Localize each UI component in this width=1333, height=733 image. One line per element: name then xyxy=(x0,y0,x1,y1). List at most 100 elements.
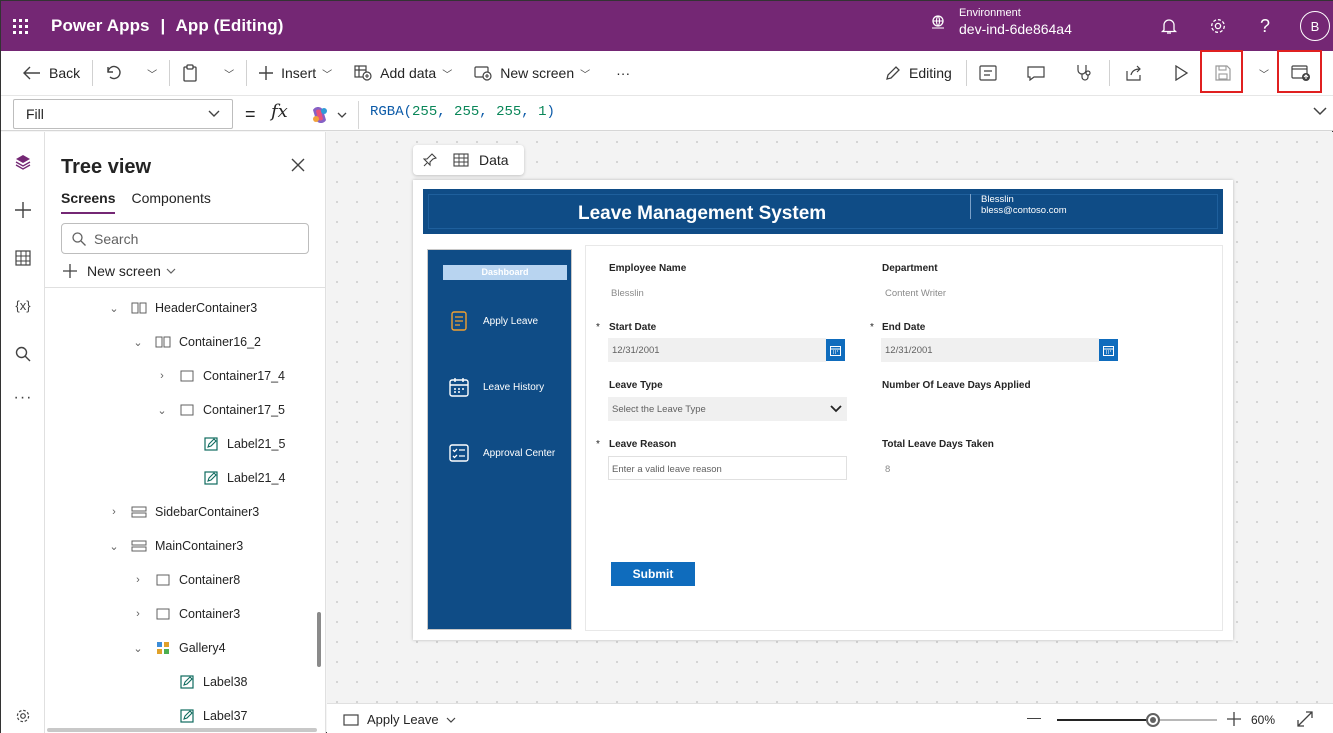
formula-input[interactable]: RGBA(255, 255, 255, 1) xyxy=(370,104,555,120)
tree-node[interactable]: ⌄ MainContainer3 xyxy=(107,535,243,557)
tab-components[interactable]: Components xyxy=(131,190,210,214)
divider xyxy=(169,60,171,86)
user-avatar[interactable]: B xyxy=(1300,11,1330,41)
expand-chevron-icon[interactable]: › xyxy=(107,506,121,518)
tree-search-input[interactable]: Search xyxy=(61,223,309,254)
app-checker-button[interactable] xyxy=(973,57,1011,89)
tree-node-label: Container16_2 xyxy=(179,335,262,349)
app-launcher-icon[interactable] xyxy=(1,18,39,34)
paste-button[interactable] xyxy=(176,57,212,89)
new-screen-button[interactable]: New screen ﹀ xyxy=(468,57,596,89)
expand-formula-chevron-icon[interactable] xyxy=(1312,103,1328,119)
formula-arg: 255 xyxy=(454,104,480,120)
tree-node[interactable]: ⌄ Container17_5 xyxy=(155,399,285,421)
editing-mode-button[interactable]: Editing xyxy=(879,57,958,89)
formula-arg: 255 xyxy=(412,104,438,120)
chevron-down-icon xyxy=(166,268,176,274)
comments-button[interactable] xyxy=(1021,57,1059,89)
settings-gear-icon[interactable] xyxy=(1206,14,1230,38)
vertical-scrollbar[interactable] xyxy=(317,612,321,667)
copilot-button[interactable] xyxy=(303,101,359,129)
chevron-down-icon: ﹀ xyxy=(322,69,333,81)
submit-button[interactable]: Submit xyxy=(611,562,695,586)
label-edit-icon xyxy=(203,437,219,451)
expand-chevron-icon[interactable]: › xyxy=(131,608,145,620)
pin-icon[interactable] xyxy=(423,153,437,167)
variables-icon[interactable]: {x} xyxy=(11,293,35,317)
tree-node[interactable]: Label21_5 xyxy=(179,433,285,455)
sidebar-item-leave-history[interactable]: Leave History xyxy=(448,376,544,398)
undo-dropdown[interactable]: ﹀ xyxy=(135,57,163,89)
end-date-calendar-icon[interactable] xyxy=(1099,339,1118,361)
tree-node-label: Container17_4 xyxy=(203,369,286,383)
save-dropdown[interactable]: ﹀ xyxy=(1247,57,1275,89)
tree-node[interactable]: Label21_4 xyxy=(179,467,285,489)
horizontal-container-icon xyxy=(155,335,171,349)
collapse-chevron-icon[interactable]: ⌄ xyxy=(107,302,121,315)
preview-play-button[interactable] xyxy=(1167,57,1203,89)
screen-selector[interactable]: Apply Leave xyxy=(343,712,456,727)
end-date-input[interactable]: 12/31/2001 xyxy=(881,338,1099,362)
property-dropdown[interactable]: Fill xyxy=(13,99,233,129)
tree-node-label: SidebarContainer3 xyxy=(155,505,260,519)
search-icon[interactable] xyxy=(11,342,35,366)
horizontal-scrollbar[interactable] xyxy=(47,728,317,732)
clipboard-icon xyxy=(183,64,197,82)
back-label: Back xyxy=(49,65,81,81)
fx-icon[interactable]: fx xyxy=(271,101,288,122)
collapse-chevron-icon[interactable]: ⌄ xyxy=(131,336,145,349)
environment-picker[interactable]: Environment dev-ind-6de864a4 xyxy=(929,7,1072,37)
expand-chevron-icon[interactable]: › xyxy=(131,574,145,586)
leave-type-dropdown[interactable]: Select the Leave Type xyxy=(608,397,847,421)
sidebar-item-apply-leave[interactable]: Apply Leave xyxy=(448,310,538,332)
divider xyxy=(246,60,248,86)
start-date-calendar-icon[interactable] xyxy=(826,339,845,361)
collapse-chevron-icon[interactable]: ⌄ xyxy=(131,642,145,655)
back-button[interactable]: Back xyxy=(17,57,86,89)
property-value: Fill xyxy=(26,106,44,122)
settings-gear-icon[interactable] xyxy=(11,704,35,728)
container-icon xyxy=(179,403,195,417)
collapse-chevron-icon[interactable]: ⌄ xyxy=(155,404,169,417)
insert-plus-icon[interactable] xyxy=(11,198,35,222)
app-header[interactable]: Leave Management System Blesslin bless@c… xyxy=(423,189,1223,234)
zoom-in-button[interactable] xyxy=(1227,710,1241,731)
tab-screens[interactable]: Screens xyxy=(61,190,116,214)
start-date-input[interactable]: 12/31/2001 xyxy=(608,338,826,362)
help-icon[interactable]: ? xyxy=(1253,14,1277,38)
tree-node[interactable]: › Container17_4 xyxy=(155,365,285,387)
app-sidebar[interactable]: Dashboard Apply Leave Leave History Appr… xyxy=(427,249,572,630)
tree-node[interactable]: › Container3 xyxy=(131,603,240,625)
zoom-out-button[interactable] xyxy=(1027,718,1041,719)
leave-reason-input[interactable]: Enter a valid leave reason xyxy=(608,456,847,480)
expand-chevron-icon[interactable]: › xyxy=(155,370,169,382)
sidebar-item-approval-center[interactable]: Approval Center xyxy=(448,442,555,464)
insert-button[interactable]: Insert ﹀ xyxy=(253,57,338,89)
more-commands-button[interactable]: ··· xyxy=(610,57,636,89)
tree-node[interactable]: Label38 xyxy=(155,671,248,693)
fit-to-window-icon[interactable] xyxy=(1297,711,1313,727)
tree-node[interactable]: ⌄ Container16_2 xyxy=(131,331,261,353)
monitor-button[interactable] xyxy=(1069,57,1107,89)
close-icon[interactable] xyxy=(291,158,305,172)
tree-view-layers-icon[interactable] xyxy=(11,150,35,174)
tree-node[interactable]: ⌄ Gallery4 xyxy=(131,637,225,659)
zoom-slider[interactable] xyxy=(1057,713,1217,727)
notifications-bell-icon[interactable] xyxy=(1157,14,1181,38)
dashboard-label[interactable]: Dashboard xyxy=(443,265,567,280)
tree-node[interactable]: Label37 xyxy=(155,705,248,727)
paste-dropdown[interactable]: ﹀ xyxy=(212,57,240,89)
data-table-icon[interactable] xyxy=(11,246,35,270)
tree-node[interactable]: › Container8 xyxy=(131,569,240,591)
tree-new-screen-button[interactable]: New screen xyxy=(63,263,176,279)
add-data-button[interactable]: Add data ﹀ xyxy=(348,57,458,89)
data-chip-label[interactable]: Data xyxy=(479,152,509,168)
zoom-slider-thumb[interactable] xyxy=(1146,713,1160,727)
undo-button[interactable] xyxy=(99,57,135,89)
collapse-chevron-icon[interactable]: ⌄ xyxy=(107,540,121,553)
more-options-icon[interactable]: ··· xyxy=(11,386,35,410)
share-button[interactable] xyxy=(1119,57,1157,89)
app-title: Power Apps | App (Editing) xyxy=(51,16,284,36)
tree-node[interactable]: ⌄ HeaderContainer3 xyxy=(107,297,257,319)
tree-node[interactable]: › SidebarContainer3 xyxy=(107,501,259,523)
